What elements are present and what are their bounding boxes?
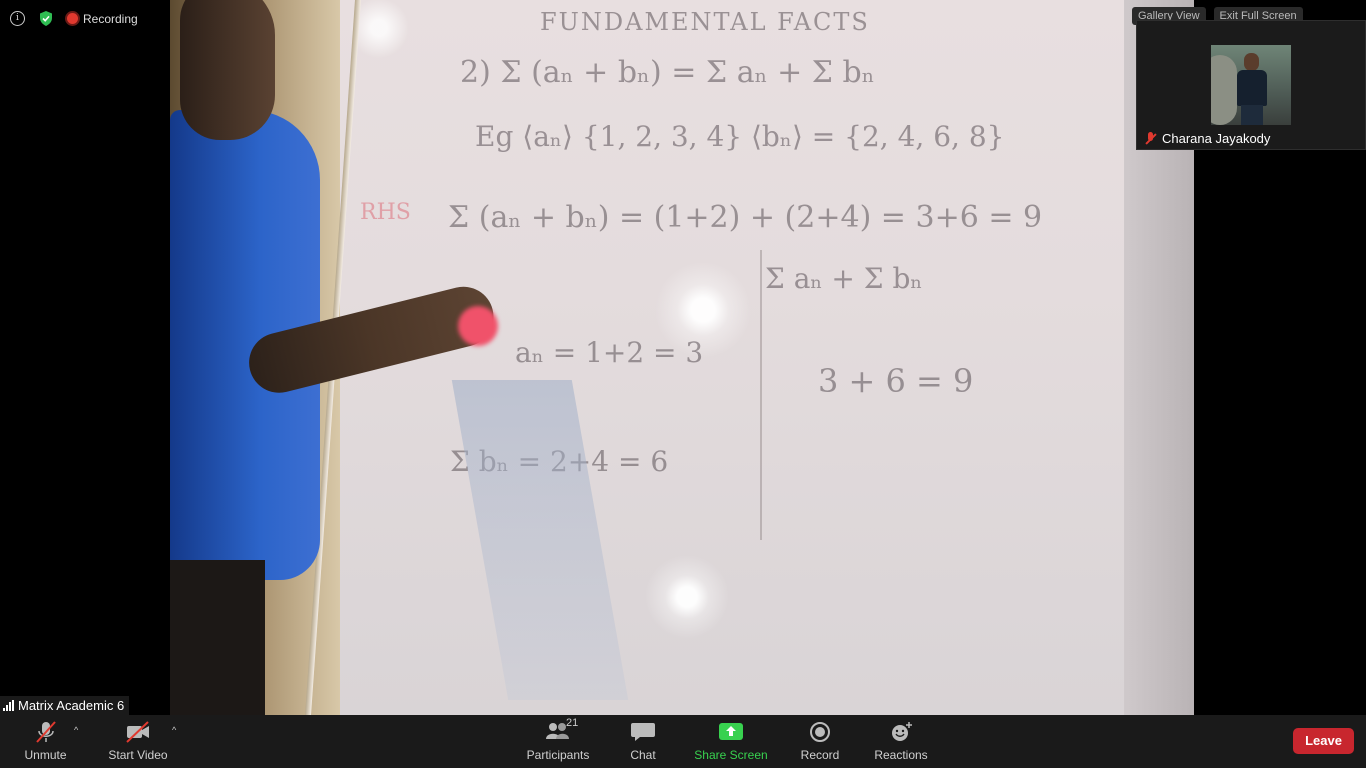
reactions-smiley-icon <box>892 722 912 741</box>
reactions-button[interactable]: Reactions <box>872 715 930 768</box>
participant-avatar <box>1211 45 1291 125</box>
microphone-muted-icon <box>35 721 56 743</box>
share-screen-icon <box>719 723 743 740</box>
record-icon <box>810 722 830 742</box>
participant-name-tag: Charana Jayakody <box>1145 131 1270 146</box>
video-camera-off-icon <box>126 721 149 743</box>
eraser-smear <box>451 380 629 700</box>
avatar-legs <box>1241 105 1263 125</box>
chat-button[interactable]: Chat <box>622 715 664 768</box>
presenter-head <box>180 0 275 140</box>
board-line: aₙ = 1+2 = 3 <box>515 336 704 369</box>
board-line-label: RHS <box>360 200 411 225</box>
reactions-label: Reactions <box>874 748 928 762</box>
participant-thumbnail[interactable]: Charana Jayakody <box>1136 20 1366 150</box>
mic-muted-icon <box>1145 132 1157 145</box>
info-icon[interactable]: i <box>10 11 25 26</box>
avatar-rock <box>1211 55 1237 125</box>
chat-bubble-icon <box>631 723 655 741</box>
meeting-info-bar: i Recording <box>10 11 138 26</box>
board-line: Σ aₙ + Σ bₙ <box>765 262 923 295</box>
participants-icon: 21 <box>544 717 578 743</box>
signal-strength-icon <box>3 700 14 711</box>
avatar-head <box>1244 53 1259 71</box>
presenter-legs <box>170 560 265 715</box>
start-video-button[interactable]: Start Video <box>106 715 170 768</box>
board-line: 2) Σ (aₙ + bₙ) = Σ aₙ + Σ bₙ <box>460 55 875 90</box>
avatar-body <box>1237 70 1267 106</box>
start-video-label: Start Video <box>108 748 168 762</box>
participants-button[interactable]: 21 Participants <box>522 715 594 768</box>
record-button[interactable]: Record <box>798 715 842 768</box>
recording-indicator[interactable]: Recording <box>67 12 138 26</box>
participants-label: Participants <box>526 748 590 762</box>
chat-label: Chat <box>630 748 656 762</box>
share-screen-label: Share Screen <box>694 748 768 762</box>
meeting-toolbar: Unmute ^ Start Video ^ 21 Participants C… <box>0 715 1366 768</box>
speaker-name-tag: Matrix Academic 6 <box>0 696 130 715</box>
board-line: 3 + 6 = 9 <box>818 362 974 400</box>
board-heading: FUNDAMENTAL FACTS <box>540 8 870 36</box>
board-line: Σ (aₙ + bₙ) = (1+2) + (2+4) = 3+6 = 9 <box>448 200 1043 235</box>
video-options-chevron-icon[interactable]: ^ <box>172 725 176 735</box>
shield-check-icon[interactable] <box>39 11 53 26</box>
recording-label: Recording <box>83 11 138 26</box>
marker-pen <box>458 306 498 346</box>
whiteboard-divider-line <box>760 250 762 540</box>
board-line: Eg ⟨aₙ⟩ {1, 2, 3, 4} ⟨bₙ⟩ = {2, 4, 6, 8} <box>475 120 1005 153</box>
participants-count: 21 <box>566 717 579 729</box>
leave-meeting-button[interactable]: Leave <box>1293 728 1354 754</box>
recording-dot-icon <box>67 13 78 24</box>
share-screen-button[interactable]: Share Screen <box>694 715 768 768</box>
participant-name: Charana Jayakody <box>1162 131 1271 146</box>
audio-options-chevron-icon[interactable]: ^ <box>74 725 78 735</box>
main-video-feed: FUNDAMENTAL FACTS 2) Σ (aₙ + bₙ) = Σ aₙ … <box>170 0 1194 715</box>
record-label: Record <box>800 748 840 762</box>
unmute-label: Unmute <box>24 748 67 762</box>
speaker-name: Matrix Academic 6 <box>18 698 125 713</box>
unmute-button[interactable]: Unmute <box>18 715 73 768</box>
